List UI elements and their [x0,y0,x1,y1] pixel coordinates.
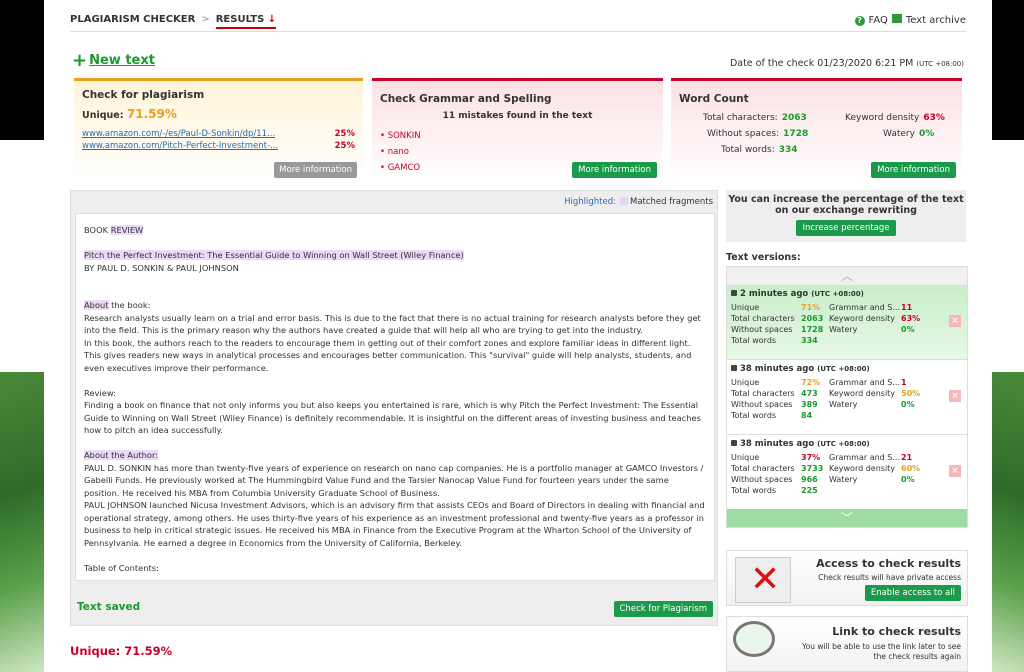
stat-total-words: Total words: 334 [721,145,798,155]
crumb-separator: > [201,14,210,25]
text-paragraph: Finding a book on finance that not only … [84,400,701,435]
plagiarism-card: Check for plagiarism Unique: 71.59% www.… [74,78,363,182]
version-item[interactable]: 2 minutes ago (UTC +08:00) Unique 71% Gram… [727,285,967,360]
check-plagiarism-button[interactable]: Check for Plagiarism [613,601,713,617]
text-area[interactable]: BOOK REVIEW Pitch the Perfect Investment… [75,213,715,581]
plagiarism-more-button[interactable]: More information [274,162,357,178]
chevron-down-icon[interactable]: ﹀ [727,509,967,527]
lock-icon [731,440,737,446]
unique-value: 71.59% [126,107,177,121]
word-count-card: Word Count Total characters: 2063 Without… [671,78,962,182]
unique-summary: Unique: 71.59% [70,644,173,658]
access-panel: ✕ Access to check results Check results … [726,550,968,606]
decoration-left [0,372,44,672]
source-percent: 25% [334,141,355,151]
magnifier-icon [733,621,775,657]
stat-keyword-density: Keyword density 63% [845,113,945,123]
text-line: About the book: [84,300,151,310]
text-line: Pitch the Perfect Investment: The Essent… [84,250,464,260]
increase-percentage-button[interactable]: Increase percentage [796,220,896,236]
stat-total-characters: Total characters: 2063 [703,113,807,123]
text-versions-title: Text versions: [726,252,801,263]
text-saved-status: Text saved [77,601,141,613]
source-list: www.amazon.com/-/es/Paul-D-Sonkin/dp/11.… [82,129,355,153]
text-line: About the Author: [84,450,159,460]
background-right [992,0,1024,140]
link-panel: Link to check results You will be able t… [726,616,968,672]
delete-version-icon[interactable]: × [949,390,961,402]
text-paragraph: PAUL D. SONKIN has more than twenty-five… [84,462,704,498]
text-line: Table of Contents: [84,562,159,573]
word-count-more-button[interactable]: More information [871,162,956,178]
source-percent: 25% [334,129,355,139]
highlight-legend: Highlighted: Matched fragments [564,197,713,207]
new-text-link[interactable]: + New text [72,50,155,71]
text-line: BY PAUL D. SONKIN & PAUL JOHNSON [84,262,239,273]
background-left [0,0,44,140]
increase-promo: You can increase the percentage of the t… [726,190,966,242]
breadcrumb: PLAGIARISM CHECKER > RESULTS ↓ [70,14,277,29]
enable-access-button[interactable]: Enable access to all [864,585,961,601]
lock-icon [731,365,737,371]
stat-watery: Watery 0% [883,129,935,139]
unique-line: Unique: 71.59% [82,107,177,121]
text-paragraph: Research analysts usually learn on a tri… [84,312,701,336]
down-arrow-icon: ↓ [267,14,277,25]
lock-icon [731,290,737,296]
version-item[interactable]: 38 minutes ago (UTC +08:00) Unique 72% Gra… [727,360,967,435]
plagiarism-title: Check for plagiarism [82,89,205,101]
stat-without-spaces: Without spaces: 1728 [707,129,809,139]
source-item: www.amazon.com/-/es/Paul-D-Sonkin/dp/11.… [82,129,355,141]
top-links: ? FAQ Text archive [851,14,966,26]
mistakes-count: 11 mistakes found in the text [442,111,593,121]
chevron-up-icon[interactable]: ︿ [727,267,967,285]
word-count-title: Word Count [679,93,749,105]
mistake-item[interactable]: SONKIN [380,131,655,147]
mistake-item[interactable]: nano [380,147,655,163]
link-desc: You will be able to use the link later t… [802,642,961,661]
text-archive-link[interactable]: Text archive [906,15,966,26]
decoration-right [992,372,1024,672]
text-paragraph: PAUL JOHNSON launched Nicusa Investment … [84,500,705,548]
grammar-card: Check Grammar and Spelling 11 mistakes f… [372,78,663,182]
delete-version-icon[interactable]: × [949,315,961,327]
question-icon: ? [854,16,865,26]
link-title: Link to check results [832,625,961,638]
text-versions-list: ︿ 2 minutes ago (UTC +08:00) Unique 71% Gr… [726,266,968,528]
crumb-results[interactable]: RESULTS ↓ [215,14,277,29]
source-link[interactable]: www.amazon.com/Pitch-Perfect-Investment-… [82,141,278,151]
source-link[interactable]: www.amazon.com/-/es/Paul-D-Sonkin/dp/11.… [82,129,275,139]
archive-icon [891,14,902,23]
access-desc: Check results will have private access [818,573,961,582]
access-denied-icon: ✕ [735,557,791,603]
highlight-swatch [619,197,628,205]
version-item[interactable]: 38 minutes ago (UTC +08:00) Unique 37% Gra… [727,435,967,510]
text-paragraph: In this book, the authors reach to the r… [84,337,692,373]
text-editor-panel: Highlighted: Matched fragments BOOK REVIE… [70,190,718,626]
grammar-title: Check Grammar and Spelling [380,93,552,105]
source-item: www.amazon.com/Pitch-Perfect-Investment-… [82,141,355,153]
delete-version-icon[interactable]: × [949,465,961,477]
crumb-plagiarism-checker[interactable]: PLAGIARISM CHECKER [70,14,195,25]
word-count-stats: Total characters: 2063 Without spaces: 172… [679,113,954,163]
plus-icon: + [72,50,88,71]
date-of-check: Date of the check 01/23/2020 6:21 PM (UT… [729,58,964,69]
access-title: Access to check results [816,557,961,570]
grammar-more-button[interactable]: More information [572,162,657,178]
faq-link[interactable]: FAQ [869,15,888,26]
page: PLAGIARISM CHECKER > RESULTS ↓ ? FAQ Text ar… [62,0,972,672]
text-line: BOOK REVIEW [84,225,144,235]
top-nav: PLAGIARISM CHECKER > RESULTS ↓ ? FAQ Text ar… [70,14,966,32]
text-line: Review: [84,387,116,398]
